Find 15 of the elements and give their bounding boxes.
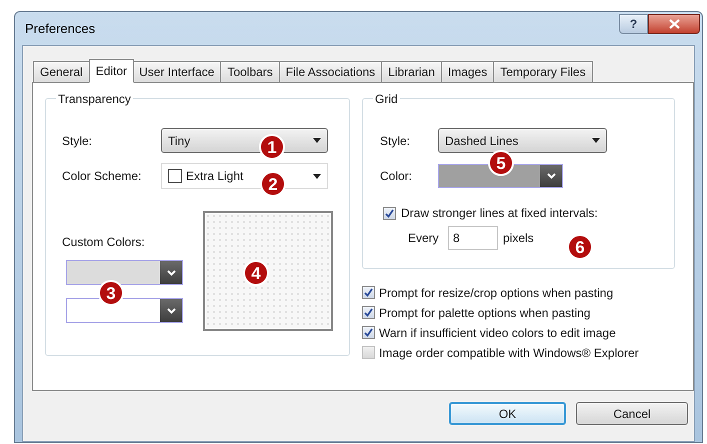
checkbox-label: Image order compatible with Windows® Explorer bbox=[379, 344, 639, 362]
every-label: Every bbox=[408, 230, 440, 247]
pixels-label: pixels bbox=[503, 230, 534, 247]
custom-colors-label: Custom Colors: bbox=[62, 234, 146, 251]
color-scheme-label: Color Scheme: bbox=[62, 168, 142, 185]
callout-tooltip: 2 bbox=[260, 171, 286, 197]
checkbox-label: Prompt for palette options when pasting bbox=[379, 304, 590, 322]
window-title: Preferences bbox=[25, 20, 96, 38]
checkbox-label: Prompt for resize/crop options when pasting bbox=[379, 284, 614, 302]
callout-tooltip: 6 bbox=[567, 234, 593, 260]
style-label: Style: bbox=[62, 132, 94, 150]
checkbox-label: Draw stronger lines at fixed intervals: bbox=[401, 205, 598, 222]
style-label: Style: bbox=[380, 132, 412, 150]
checkbox-label: Warn if insufficient video colors to edit image bbox=[379, 324, 616, 342]
color-label: Color: bbox=[380, 168, 414, 185]
